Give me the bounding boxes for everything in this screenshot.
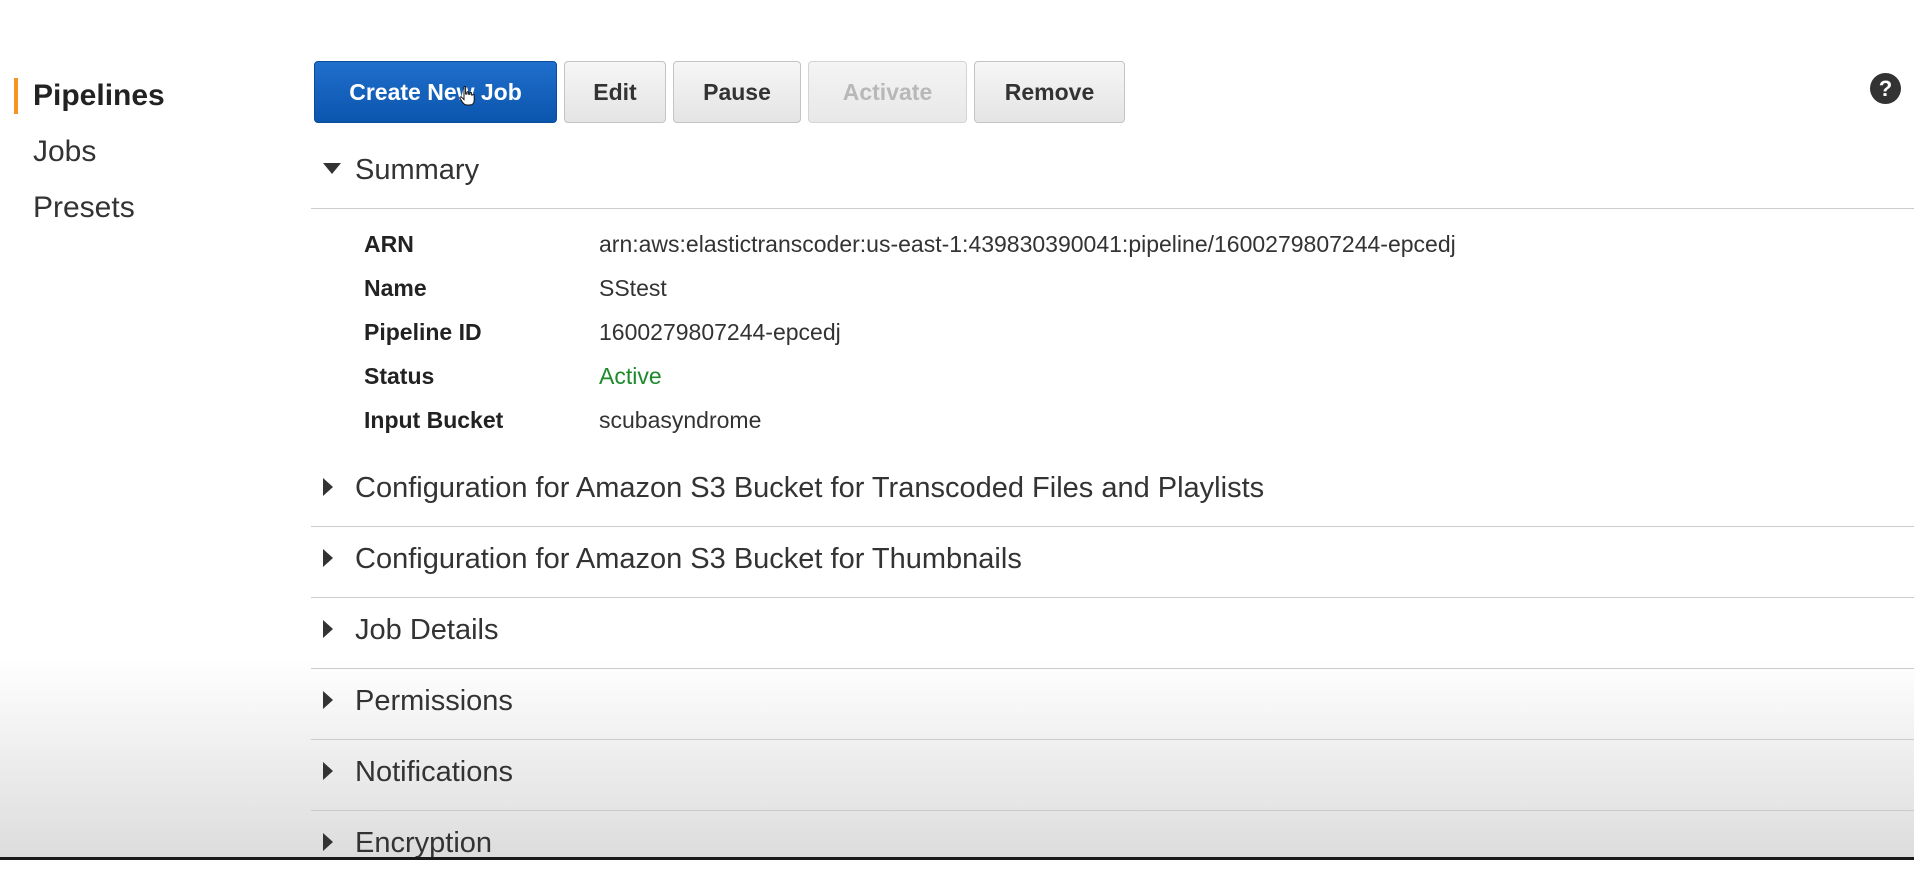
summary-row-status: Status Active — [364, 354, 1456, 398]
activate-button: Activate — [808, 61, 967, 123]
caret-right-icon — [323, 620, 333, 638]
caret-right-icon — [323, 478, 333, 496]
remove-button[interactable]: Remove — [974, 61, 1125, 123]
section-summary-header[interactable]: Summary — [311, 137, 1914, 209]
caret-right-icon — [323, 549, 333, 567]
sidebar-nav: Pipelines Jobs Presets — [14, 72, 274, 240]
caret-right-icon — [323, 691, 333, 709]
row-label: Status — [364, 362, 435, 389]
help-icon[interactable]: ? — [1870, 73, 1901, 104]
section-title: Configuration for Amazon S3 Bucket for T… — [355, 543, 1022, 575]
summary-row-arn: ARN arn:aws:elastictranscoder:us-east-1:… — [364, 222, 1456, 266]
name-value: SStest — [599, 274, 667, 301]
pipeline-toolbar: Create New Job Edit Pause Activate Remov… — [314, 61, 1125, 123]
section-encryption-header[interactable]: Encryption — [311, 810, 1914, 881]
section-permissions-header[interactable]: Permissions — [311, 668, 1914, 740]
section-thumbnails-header[interactable]: Configuration for Amazon S3 Bucket for T… — [311, 526, 1914, 598]
section-title: Permissions — [355, 685, 513, 717]
summary-table: ARN arn:aws:elastictranscoder:us-east-1:… — [364, 222, 1456, 442]
row-label: ARN — [364, 230, 414, 257]
input-bucket-value: scubasyndrome — [599, 406, 762, 433]
caret-right-icon — [323, 833, 333, 851]
row-label: Pipeline ID — [364, 318, 482, 345]
caret-right-icon — [323, 762, 333, 780]
arn-value: arn:aws:elastictranscoder:us-east-1:4398… — [599, 230, 1456, 257]
section-transcoded-output-header[interactable]: Configuration for Amazon S3 Bucket for T… — [311, 455, 1914, 527]
sidebar-item-pipelines[interactable]: Pipelines — [14, 72, 274, 128]
pipeline-id-value: 1600279807244-epcedj — [599, 318, 841, 345]
edit-button[interactable]: Edit — [564, 61, 666, 123]
section-summary-title: Summary — [355, 154, 480, 186]
section-job-details-header[interactable]: Job Details — [311, 597, 1914, 669]
section-title: Encryption — [355, 827, 493, 859]
row-label: Input Bucket — [364, 406, 504, 433]
hand-pointer-cursor-icon — [459, 86, 475, 106]
row-label: Name — [364, 274, 427, 301]
pause-button[interactable]: Pause — [673, 61, 801, 123]
caret-down-icon — [323, 163, 341, 174]
section-title: Notifications — [355, 756, 513, 788]
summary-row-input-bucket: Input Bucket scubasyndrome — [364, 398, 1456, 442]
summary-row-name: Name SStest — [364, 266, 1456, 310]
create-new-job-button[interactable]: Create New Job — [314, 61, 557, 123]
status-value: Active — [599, 362, 662, 389]
section-notifications-header[interactable]: Notifications — [311, 739, 1914, 811]
summary-row-pipeline-id: Pipeline ID 1600279807244-epcedj — [364, 310, 1456, 354]
sidebar-item-jobs[interactable]: Jobs — [14, 128, 274, 184]
sidebar-item-presets[interactable]: Presets — [14, 184, 274, 240]
section-title: Configuration for Amazon S3 Bucket for T… — [355, 472, 1265, 504]
section-title: Job Details — [355, 614, 499, 646]
